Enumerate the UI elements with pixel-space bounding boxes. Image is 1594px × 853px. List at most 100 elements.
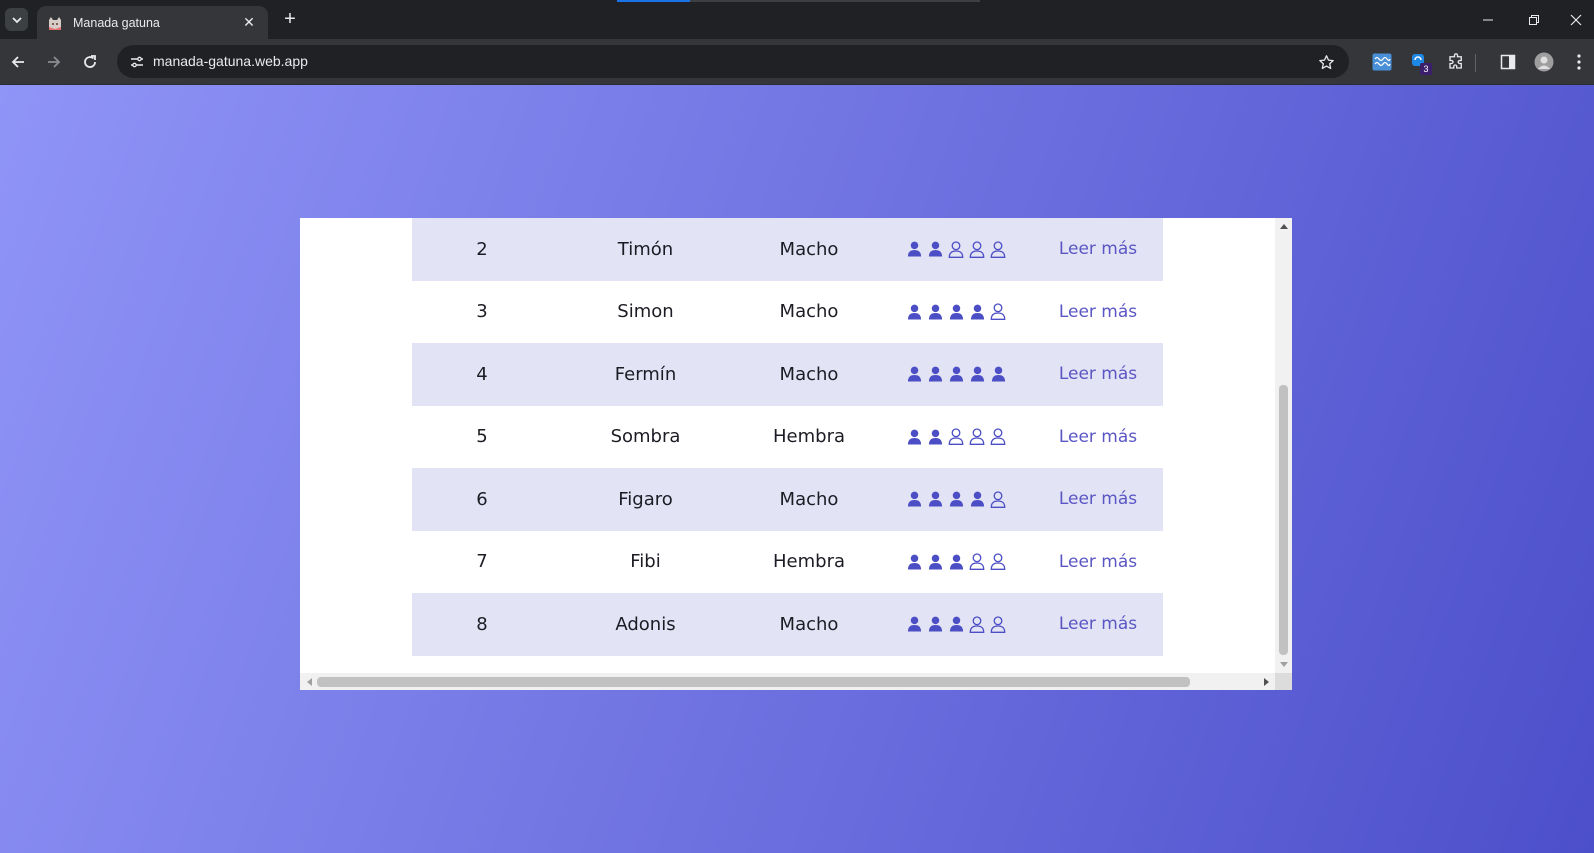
- person-filled-icon: [926, 364, 945, 384]
- close-window-button[interactable]: [1557, 0, 1594, 39]
- read-more-cell: Leer más: [1033, 302, 1163, 322]
- person-outline-icon: [968, 552, 987, 572]
- read-more-link[interactable]: Leer más: [1059, 552, 1137, 572]
- read-more-link[interactable]: Leer más: [1059, 489, 1137, 509]
- person-outline-icon: [947, 239, 966, 259]
- person-filled-icon: [926, 302, 945, 322]
- person-filled-icon: [947, 552, 966, 572]
- reload-button[interactable]: [76, 48, 104, 76]
- person-filled-icon: [905, 552, 924, 572]
- cat-number: 3: [476, 301, 488, 323]
- cats-table: 2 Timón Macho Leer más 3 Simon Macho Leer más 4 F…: [412, 218, 1163, 656]
- arrow-left-icon: [11, 56, 24, 68]
- table-row: 5 Sombra Hembra Leer más: [412, 406, 1163, 469]
- person-filled-icon: [968, 302, 987, 322]
- rating: [879, 427, 1033, 447]
- person-filled-icon: [905, 239, 924, 259]
- cat-name: Sombra: [610, 426, 681, 448]
- extensions-puzzle-icon[interactable]: [1442, 48, 1470, 76]
- minimize-button[interactable]: [1465, 0, 1511, 39]
- person-outline-icon: [989, 614, 1008, 634]
- table-row: 4 Fermín Macho Leer más: [412, 343, 1163, 406]
- tab-search-button[interactable]: [5, 8, 28, 31]
- read-more-cell: Leer más: [1033, 552, 1163, 572]
- scrollbar-corner: [1275, 673, 1292, 690]
- read-more-cell: Leer más: [1033, 364, 1163, 384]
- tab-close-icon[interactable]: ✕: [240, 14, 258, 31]
- scroll-right-arrow-icon[interactable]: [1262, 677, 1271, 686]
- page-background: 2 Timón Macho Leer más 3 Simon Macho Leer más 4 F…: [0, 85, 1594, 853]
- new-tab-button[interactable]: +: [278, 8, 302, 32]
- read-more-link[interactable]: Leer más: [1059, 364, 1137, 384]
- person-filled-icon: [905, 302, 924, 322]
- browser-toolbar: manada-gatuna.web.app 3: [0, 39, 1594, 85]
- cat-number: 4: [476, 363, 488, 385]
- horizontal-scroll-thumb[interactable]: [317, 677, 1190, 687]
- person-outline-icon: [989, 239, 1008, 259]
- read-more-link[interactable]: Leer más: [1059, 614, 1137, 634]
- cat-number: 8: [476, 613, 488, 635]
- cat-name: Simon: [617, 301, 674, 323]
- table-viewport[interactable]: 2 Timón Macho Leer más 3 Simon Macho Leer más 4 F…: [300, 218, 1275, 673]
- read-more-cell: Leer más: [1033, 239, 1163, 259]
- scroll-left-arrow-icon[interactable]: [304, 677, 313, 686]
- cat-name: Fibi: [630, 551, 661, 573]
- table-row: 6 Figaro Macho Leer más: [412, 468, 1163, 531]
- bookmark-star-icon[interactable]: [1315, 51, 1337, 73]
- vertical-scrollbar[interactable]: [1275, 218, 1292, 673]
- person-filled-icon: [905, 427, 924, 447]
- extension-badge-icon[interactable]: 3: [1406, 48, 1434, 76]
- cat-number: 2: [476, 238, 488, 260]
- restore-button[interactable]: [1511, 0, 1557, 39]
- person-filled-icon: [968, 364, 987, 384]
- cat-sex: Hembra: [773, 551, 845, 573]
- cat-sex: Macho: [779, 301, 839, 323]
- cat-number: 6: [476, 488, 488, 510]
- cat-sex: Macho: [779, 488, 839, 510]
- vertical-scroll-thumb[interactable]: [1279, 385, 1288, 655]
- read-more-link[interactable]: Leer más: [1059, 302, 1137, 322]
- read-more-cell: Leer más: [1033, 427, 1163, 447]
- browser-tabbar: Manada gatuna ✕ +: [0, 0, 1594, 39]
- browser-menu-icon[interactable]: [1565, 48, 1593, 76]
- read-more-cell: Leer más: [1033, 614, 1163, 634]
- minimize-icon: [1483, 19, 1493, 20]
- scroll-up-arrow-icon[interactable]: [1279, 221, 1288, 230]
- person-outline-icon: [989, 427, 1008, 447]
- back-button[interactable]: [4, 48, 32, 76]
- person-filled-icon: [947, 489, 966, 509]
- cat-name: Fermín: [614, 363, 677, 385]
- address-bar[interactable]: manada-gatuna.web.app: [117, 45, 1349, 78]
- read-more-link[interactable]: Leer más: [1059, 239, 1137, 259]
- person-filled-icon: [926, 614, 945, 634]
- person-filled-icon: [947, 614, 966, 634]
- profile-avatar[interactable]: [1530, 48, 1558, 76]
- person-filled-icon: [926, 427, 945, 447]
- horizontal-scrollbar[interactable]: [300, 673, 1275, 690]
- person-outline-icon: [989, 552, 1008, 572]
- extension-sass-icon[interactable]: [1368, 48, 1396, 76]
- tab-strip-track: [690, 0, 980, 2]
- forward-button[interactable]: [40, 48, 68, 76]
- cat-sex: Macho: [779, 613, 839, 635]
- cat-number: 7: [476, 551, 488, 573]
- tab-manada-gatuna[interactable]: Manada gatuna ✕: [37, 6, 268, 39]
- cat-name: Adonis: [615, 613, 676, 635]
- cat-sex: Macho: [779, 363, 839, 385]
- scroll-down-arrow-icon[interactable]: [1279, 660, 1288, 669]
- person-outline-icon: [968, 239, 987, 259]
- person-filled-icon: [905, 489, 924, 509]
- read-more-link[interactable]: Leer más: [1059, 427, 1137, 447]
- table-row: 7 Fibi Hembra Leer más: [412, 531, 1163, 594]
- cat-sex: Macho: [779, 238, 839, 260]
- person-filled-icon: [947, 364, 966, 384]
- cat-sex: Hembra: [773, 426, 845, 448]
- side-panel-icon[interactable]: [1494, 48, 1522, 76]
- person-filled-icon: [926, 239, 945, 259]
- restore-icon: [1529, 14, 1539, 25]
- site-settings-icon[interactable]: [125, 50, 149, 74]
- person-outline-icon: [989, 489, 1008, 509]
- tab-strip-indicator: [617, 0, 690, 2]
- cat-name: Timón: [617, 238, 674, 260]
- person-filled-icon: [989, 364, 1008, 384]
